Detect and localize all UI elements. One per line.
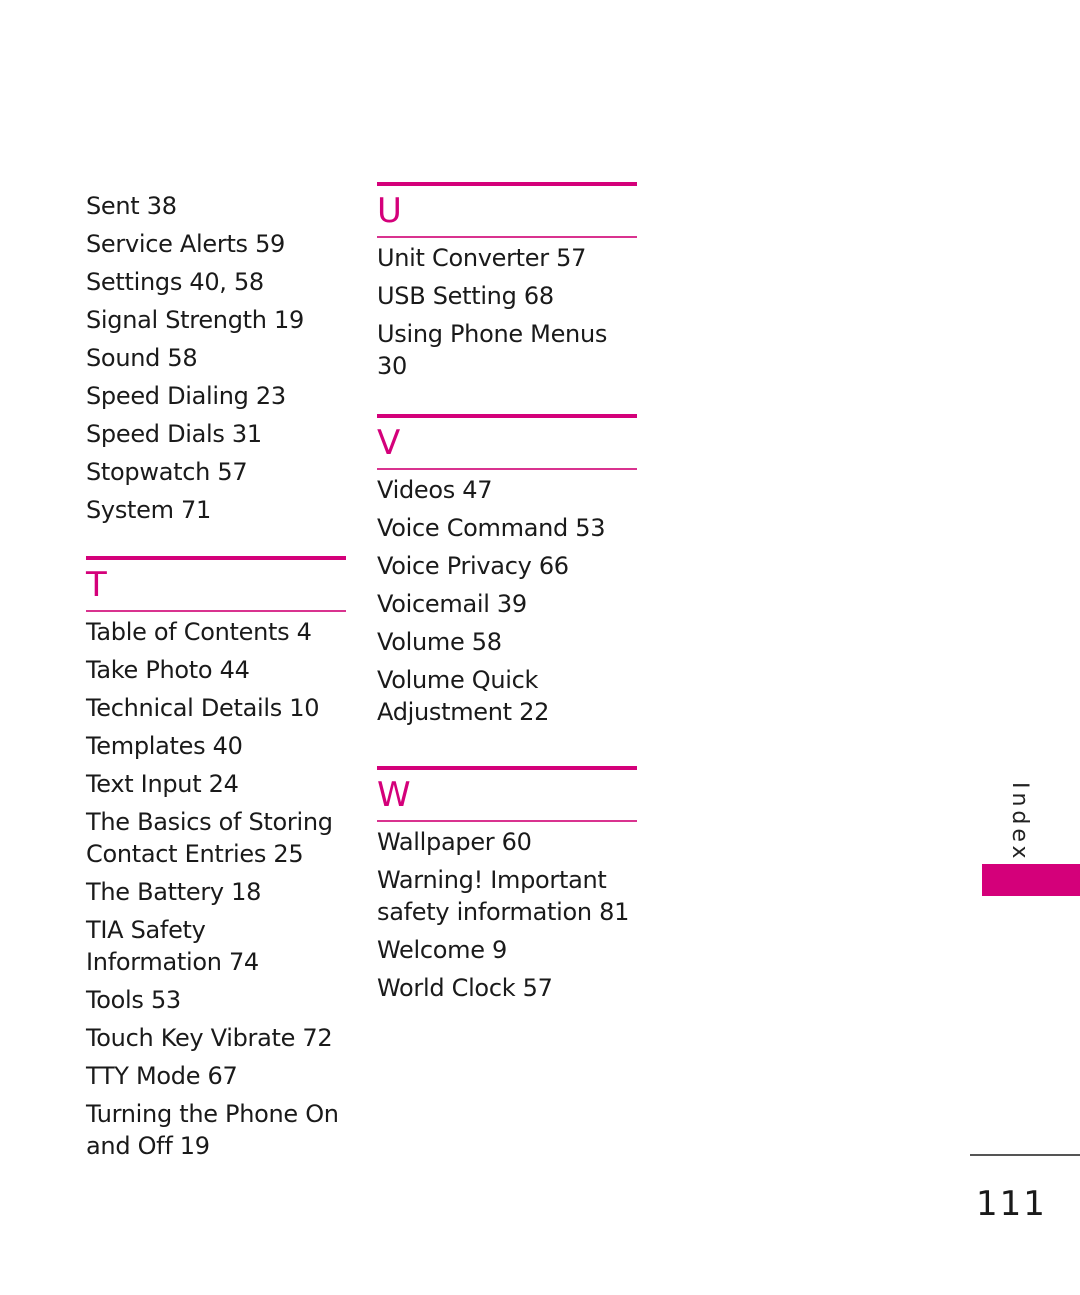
index-entry: The Battery 18	[86, 878, 262, 906]
index-column-1: Sent 38 Service Alerts 59 Settings 40, 5…	[86, 190, 346, 532]
side-tab-marker	[982, 864, 1080, 896]
index-entry: Signal Strength 19	[86, 306, 304, 334]
index-entry: Speed Dialing 23	[86, 382, 286, 410]
section-t: T Table of Contents 4 Take Photo 44 Tech…	[86, 556, 346, 1168]
index-entry: Sent 38	[86, 192, 177, 220]
index-entry: Sound 58	[86, 344, 198, 372]
index-entry: USB Setting 68	[377, 282, 554, 310]
index-entry: Voicemail 39	[377, 590, 527, 618]
index-entry: Wallpaper 60	[377, 828, 532, 856]
section-letter: W	[377, 775, 411, 815]
side-tab-label: Index	[1007, 782, 1032, 863]
index-entry: Volume 58	[377, 628, 502, 656]
index-entry: Unit Converter 57	[377, 244, 587, 272]
index-entry: Using Phone Menus 30	[377, 320, 608, 380]
section-w: W Wallpaper 60 Warning! Important safety…	[377, 766, 637, 1010]
index-entry: Service Alerts 59	[86, 230, 286, 258]
index-entry: Stopwatch 57	[86, 458, 248, 486]
index-entry: Voice Command 53	[377, 514, 606, 542]
section-letter: T	[86, 565, 107, 605]
index-entry: Tools 53	[86, 986, 181, 1014]
index-entry: Table of Contents 4	[86, 618, 312, 646]
index-entry: Technical Details 10	[86, 694, 320, 722]
index-entry: World Clock 57	[377, 974, 553, 1002]
index-entry: Settings 40, 58	[86, 268, 264, 296]
index-entry: Volume Quick Adjustment 22	[377, 666, 550, 726]
index-entry: TIA Safety Information 74	[86, 916, 259, 976]
index-entry: Speed Dials 31	[86, 420, 262, 448]
index-entry: Take Photo 44	[86, 656, 250, 684]
section-rule-bottom	[377, 820, 637, 822]
section-rule-bottom	[377, 236, 637, 238]
index-entry: Videos 47	[377, 476, 493, 504]
section-letter: U	[377, 191, 402, 231]
index-entry: Templates 40	[86, 732, 243, 760]
s-entries: Sent 38 Service Alerts 59 Settings 40, 5…	[86, 190, 346, 526]
index-entry: Text Input 24	[86, 770, 239, 798]
index-entry: Touch Key Vibrate 72	[86, 1024, 333, 1052]
page-number: 111	[976, 1184, 1047, 1224]
index-entry: Turning the Phone On and Off 19	[86, 1100, 339, 1160]
index-entry: Voice Privacy 66	[377, 552, 569, 580]
index-entry: Welcome 9	[377, 936, 507, 964]
section-rule-bottom	[86, 610, 346, 612]
index-entry: Warning! Important safety information 81	[377, 866, 630, 926]
index-entry: System 71	[86, 496, 211, 524]
section-v: V Videos 47 Voice Command 53 Voice Priva…	[377, 414, 637, 734]
index-entry: TTY Mode 67	[86, 1062, 238, 1090]
section-u: U Unit Converter 57 USB Setting 68 Using…	[377, 182, 637, 388]
page-number-rule	[970, 1154, 1080, 1156]
index-entry: The Basics of Storing Contact Entries 25	[86, 808, 333, 868]
section-rule-bottom	[377, 468, 637, 470]
section-letter: V	[377, 423, 401, 463]
